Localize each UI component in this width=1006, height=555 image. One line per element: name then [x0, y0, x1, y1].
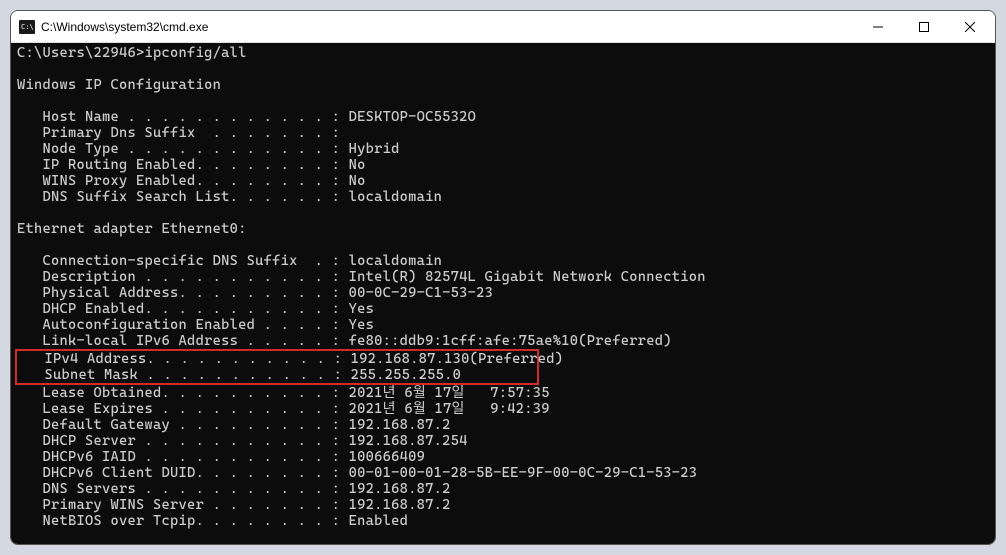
- winsproxy-line: WINS Proxy Enabled. . . . . . . . : No: [17, 173, 989, 189]
- terminal-output[interactable]: C:\Users\22946>ipconfig/all Windows IP Co…: [11, 43, 995, 544]
- blank-line: [17, 61, 989, 77]
- dhcpv6duid-line: DHCPv6 Client DUID. . . . . . . . : 00-0…: [17, 465, 989, 481]
- hostname-line: Host Name . . . . . . . . . . . . : DESK…: [17, 109, 989, 125]
- close-button[interactable]: [947, 12, 993, 42]
- prompt-line: C:\Users\22946>ipconfig/all: [17, 45, 989, 61]
- highlight-annotation: IPv4 Address. . . . . . . . . . . : 192.…: [15, 349, 539, 385]
- nodetype-line: Node Type . . . . . . . . . . . . : Hybr…: [17, 141, 989, 157]
- primarywins-line: Primary WINS Server . . . . . . . : 192.…: [17, 497, 989, 513]
- ipv4-line: IPv4 Address. . . . . . . . . . . : 192.…: [17, 351, 537, 367]
- svg-text:C:\: C:\: [21, 23, 34, 31]
- blank-line: [17, 93, 989, 109]
- netbios-line: NetBIOS over Tcpip. . . . . . . . : Enab…: [17, 513, 989, 529]
- iprouting-line: IP Routing Enabled. . . . . . . . : No: [17, 157, 989, 173]
- gateway-line: Default Gateway . . . . . . . . . : 192.…: [17, 417, 989, 433]
- leaseobt-line: Lease Obtained. . . . . . . . . . : 2021…: [17, 385, 989, 401]
- blank-line: [17, 237, 989, 253]
- dhcpv6iaid-line: DHCPv6 IAID . . . . . . . . . . . : 1006…: [17, 449, 989, 465]
- cmd-icon: C:\: [19, 19, 35, 35]
- maximize-button[interactable]: [901, 12, 947, 42]
- leaseexp-line: Lease Expires . . . . . . . . . . : 2021…: [17, 401, 989, 417]
- titlebar[interactable]: C:\ C:\Windows\system32\cmd.exe: [11, 11, 995, 43]
- config-header: Windows IP Configuration: [17, 77, 989, 93]
- linklocal-line: Link-local IPv6 Address . . . . . : fe80…: [17, 333, 989, 349]
- autoconfig-line: Autoconfiguration Enabled . . . . : Yes: [17, 317, 989, 333]
- physaddr-line: Physical Address. . . . . . . . . : 00-0…: [17, 285, 989, 301]
- minimize-button[interactable]: [855, 12, 901, 42]
- window-controls: [855, 12, 993, 42]
- description-line: Description . . . . . . . . . . . : Inte…: [17, 269, 989, 285]
- dnsservers-line: DNS Servers . . . . . . . . . . . : 192.…: [17, 481, 989, 497]
- connsuffix-line: Connection-specific DNS Suffix . : local…: [17, 253, 989, 269]
- dhcpenabled-line: DHCP Enabled. . . . . . . . . . . : Yes: [17, 301, 989, 317]
- blank-line: [17, 205, 989, 221]
- cmd-window: C:\ C:\Windows\system32\cmd.exe C:\Users…: [10, 10, 996, 545]
- dhcpserver-line: DHCP Server . . . . . . . . . . . : 192.…: [17, 433, 989, 449]
- window-title: C:\Windows\system32\cmd.exe: [41, 20, 855, 34]
- dnssuffix-line: DNS Suffix Search List. . . . . . : loca…: [17, 189, 989, 205]
- adapter-header: Ethernet adapter Ethernet0:: [17, 221, 989, 237]
- subnet-line: Subnet Mask . . . . . . . . . . . : 255.…: [17, 367, 537, 383]
- primarydns-line: Primary Dns Suffix . . . . . . . :: [17, 125, 989, 141]
